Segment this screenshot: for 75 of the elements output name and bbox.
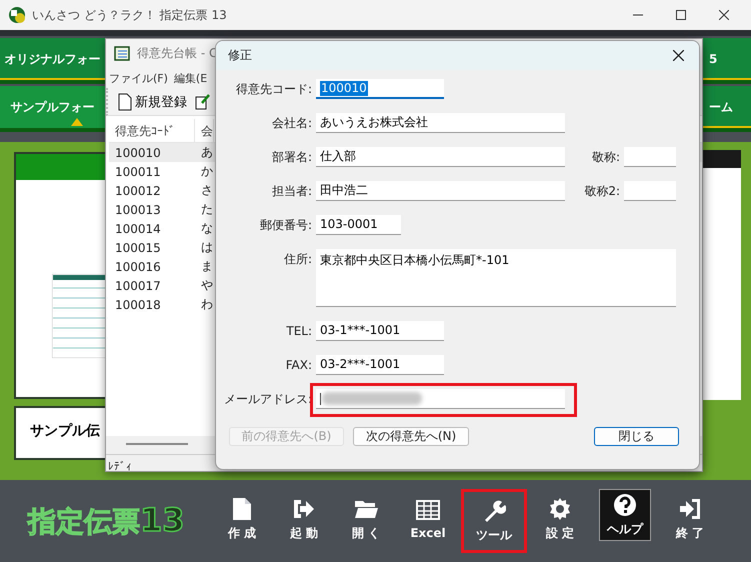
table-cell-text: さ bbox=[200, 182, 213, 199]
table-cell-text: は bbox=[200, 239, 213, 256]
menu-item[interactable]: ファイル(F) bbox=[109, 70, 168, 86]
table-cell-text: 100010 bbox=[114, 146, 162, 160]
new-button[interactable]: 新規登録 bbox=[118, 92, 187, 110]
table-cell-text: 100014 bbox=[114, 222, 162, 236]
app-icon bbox=[8, 6, 26, 24]
book-icon bbox=[114, 46, 130, 61]
field-label: 部署名: bbox=[270, 149, 313, 166]
input-field[interactable] bbox=[624, 181, 676, 201]
close-icon[interactable] bbox=[719, 10, 729, 20]
toolbar-button[interactable]: Excel bbox=[399, 489, 457, 549]
status-text: ﾚﾃﾞｨ bbox=[108, 460, 132, 473]
input-field[interactable]: 東京都中央区日本橋小伝馬町*-101 bbox=[316, 249, 676, 307]
app-logo: 指定伝票13 bbox=[28, 501, 186, 541]
document-icon bbox=[230, 496, 254, 520]
toolbar-button[interactable]: 開 く bbox=[337, 489, 395, 549]
preview-caption: サンプル伝 bbox=[30, 423, 100, 439]
field-label: 敬称2: bbox=[583, 183, 621, 200]
field-label: 郵便番号: bbox=[258, 217, 313, 234]
toolbar-button[interactable]: 作 成 bbox=[213, 489, 271, 549]
table-cell-text: 100012 bbox=[114, 184, 162, 198]
table-cell-text: 100018 bbox=[114, 298, 162, 312]
input-field[interactable] bbox=[624, 147, 676, 167]
document-icon bbox=[118, 92, 132, 110]
field-label: 得意先コード: bbox=[234, 81, 313, 98]
table-cell-text: た bbox=[200, 201, 213, 218]
input-field[interactable]: 103-0001 bbox=[316, 215, 401, 235]
dialog-button[interactable]: 閉じる bbox=[594, 427, 679, 446]
dialog-button[interactable]: 次の得意先へ(N) bbox=[353, 427, 469, 446]
field-label: 住所: bbox=[282, 251, 313, 268]
field-label: 担当者: bbox=[270, 183, 313, 200]
table-cell-text: や bbox=[200, 277, 213, 294]
field-label: TEL: bbox=[285, 323, 313, 340]
input-field[interactable]: 100010 bbox=[316, 79, 444, 99]
table-cell-text: か bbox=[200, 163, 213, 180]
table-cell-text: な bbox=[200, 220, 213, 237]
table-cell-text: わ bbox=[200, 296, 213, 313]
scrollbar-thumb[interactable] bbox=[126, 443, 188, 445]
input-field[interactable]: 03-1***-1001 bbox=[316, 321, 444, 341]
tab[interactable]: サンプルフォー bbox=[0, 86, 105, 128]
menu-item[interactable]: 編集(E bbox=[174, 70, 208, 86]
input-field[interactable]: あいうえお株式会社 bbox=[316, 113, 565, 133]
field-label: 会社名: bbox=[270, 115, 313, 132]
toolbar-button[interactable]: 設 定 bbox=[531, 489, 589, 549]
toolbar-button[interactable]: ツール bbox=[461, 489, 527, 553]
table-cell-text: 100017 bbox=[114, 278, 162, 292]
table-cell-text: 100016 bbox=[114, 260, 162, 274]
enter-icon bbox=[678, 496, 702, 520]
gear-icon bbox=[548, 496, 572, 520]
maximize-icon[interactable] bbox=[676, 10, 686, 20]
input-field[interactable] bbox=[316, 389, 565, 409]
table-cell-text: ま bbox=[200, 258, 213, 275]
table-cell-text: 100011 bbox=[114, 164, 162, 178]
toolbar-button[interactable]: ヘルプ bbox=[599, 489, 651, 541]
table-cell-text: 100015 bbox=[114, 240, 162, 254]
dialog-title: 修正 bbox=[228, 47, 252, 64]
field-label: 敬称: bbox=[590, 149, 621, 166]
window-title: いんさつ どう？ラク！ 指定伝票 13 bbox=[32, 6, 227, 24]
input-field[interactable]: 03-2***-1001 bbox=[316, 355, 444, 375]
tab[interactable]: ーム bbox=[705, 86, 751, 128]
toolbar-button[interactable]: 終 了 bbox=[661, 489, 719, 549]
caret-icon bbox=[71, 118, 83, 126]
field-label: FAX: bbox=[284, 357, 313, 374]
grid-icon bbox=[416, 498, 440, 522]
edit-icon[interactable] bbox=[195, 93, 211, 110]
tab[interactable]: オリジナルフォー bbox=[0, 38, 105, 80]
input-field[interactable]: 仕入部 bbox=[316, 147, 565, 167]
toolbar-button[interactable]: 起 動 bbox=[275, 489, 333, 549]
close-icon[interactable] bbox=[673, 50, 684, 61]
tab[interactable]: 5 bbox=[705, 38, 751, 80]
input-field[interactable]: 田中浩二 bbox=[316, 181, 565, 201]
table-cell-text: あ bbox=[200, 144, 213, 161]
table-cell-text: 100013 bbox=[114, 202, 162, 216]
help-icon bbox=[613, 492, 637, 516]
